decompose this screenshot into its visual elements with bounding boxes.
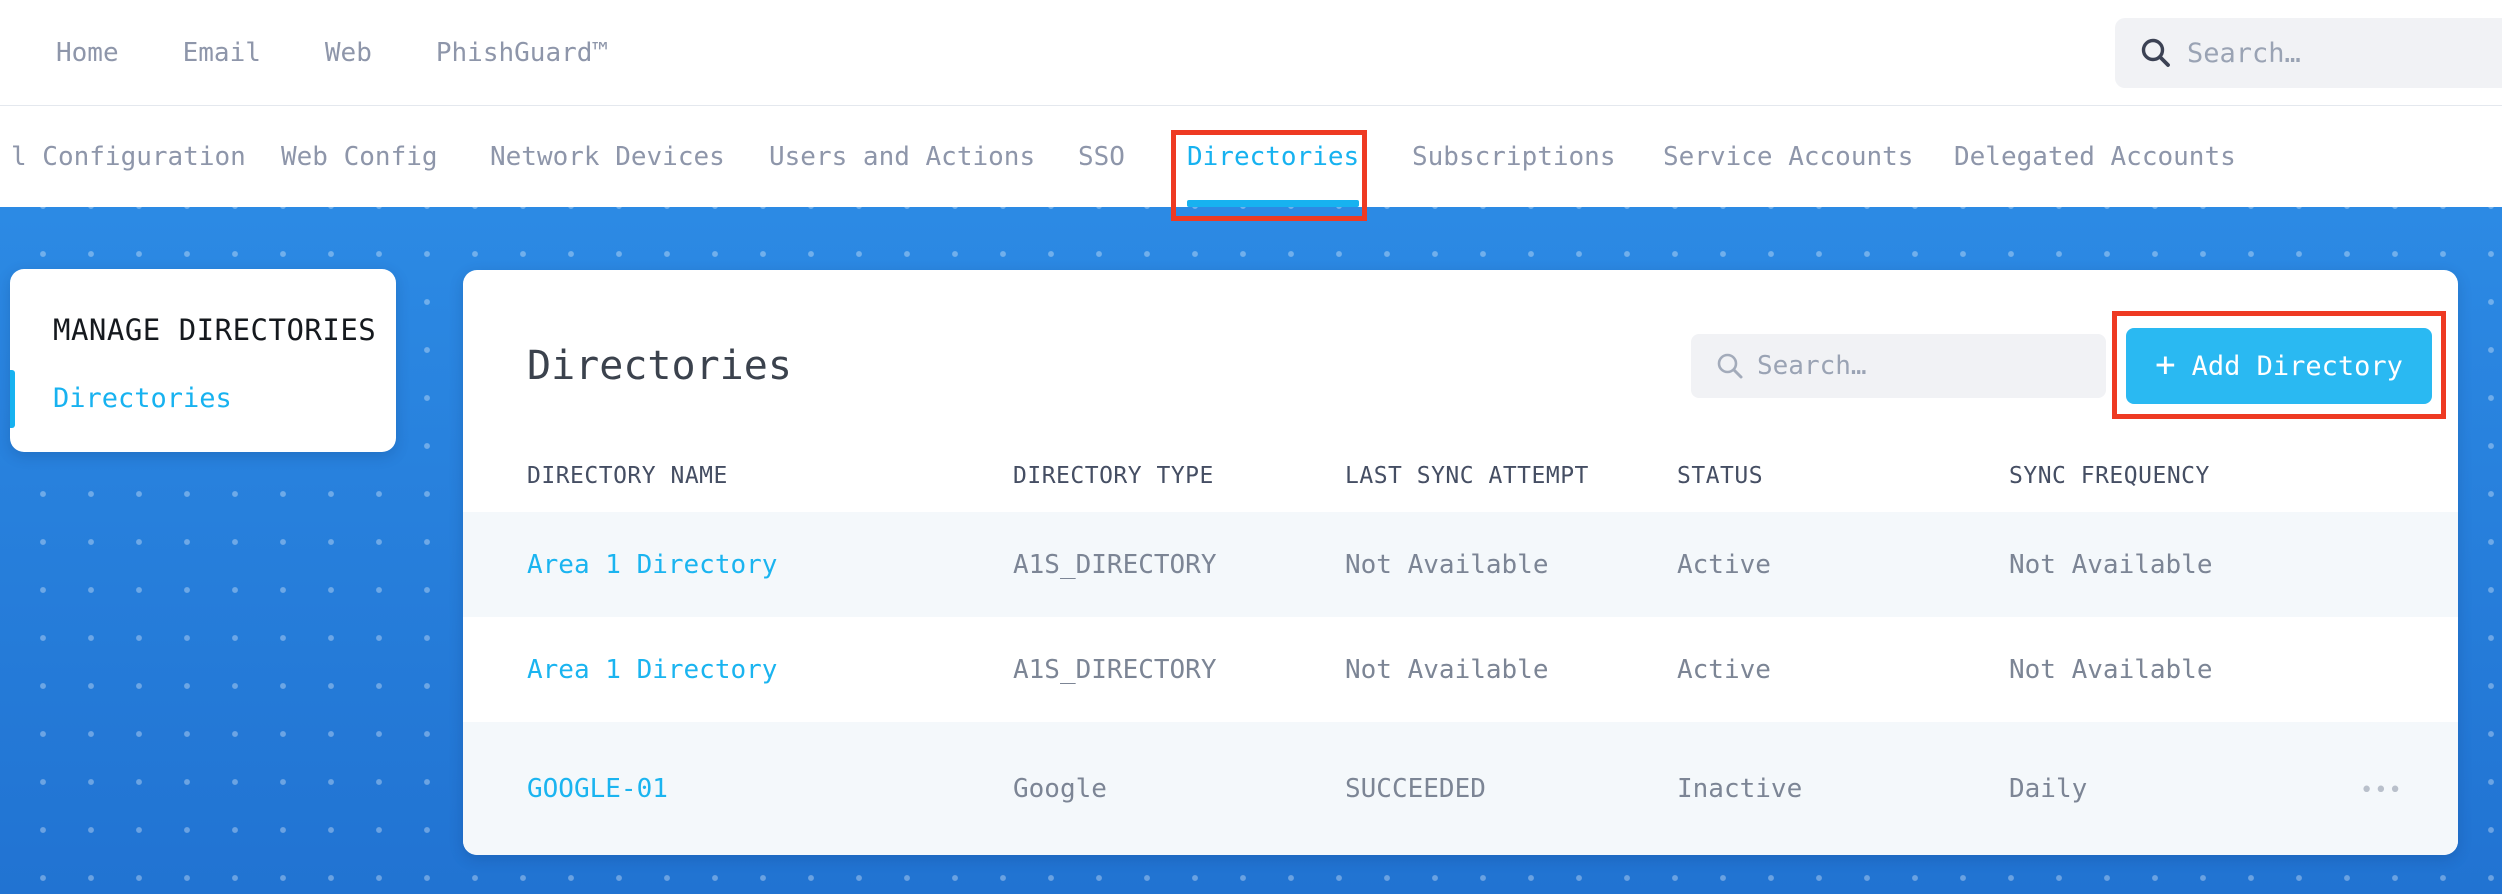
table-search bbox=[1691, 334, 2106, 398]
more-menu-icon[interactable]: ••• bbox=[2360, 780, 2403, 802]
cell-directory-type: Google bbox=[1013, 774, 1107, 804]
cell-sync-frequency: Not Available bbox=[2009, 549, 2213, 580]
active-item-indicator bbox=[10, 369, 15, 428]
topnav-web[interactable]: Web bbox=[325, 38, 372, 68]
sidebar-title: MANAGE DIRECTORIES bbox=[53, 313, 377, 347]
cell-directory-name[interactable]: Area 1 Directory bbox=[527, 655, 1013, 685]
cell-sync-frequency: Daily bbox=[2009, 774, 2088, 804]
cell-directory-type: A1S_DIRECTORY bbox=[1013, 654, 1217, 685]
plus-icon: + bbox=[2155, 345, 2176, 385]
sidebar-item-directories[interactable]: Directories bbox=[10, 369, 396, 428]
tab-directories[interactable]: Directories bbox=[1187, 107, 1360, 207]
cell-directory-name[interactable]: GOOGLE-01 bbox=[527, 774, 1013, 804]
cell-directory-name[interactable]: Area 1 Directory bbox=[527, 550, 1013, 580]
search-icon bbox=[1717, 353, 1743, 379]
table-row: GOOGLE-01 Google SUCCEEDED Inactive Dail… bbox=[463, 722, 2458, 855]
search-icon bbox=[2141, 38, 2170, 67]
cell-last-sync-attempt: Not Available bbox=[1345, 654, 1549, 685]
topnav-email[interactable]: Email bbox=[183, 38, 261, 68]
app-window: Home Email Web PhishGuard™ l Configurati… bbox=[0, 0, 2502, 894]
cell-last-sync-attempt: Not Available bbox=[1345, 549, 1549, 580]
cell-status: Active bbox=[1677, 549, 1771, 580]
sidebar-card: MANAGE DIRECTORIES Directories bbox=[10, 269, 396, 452]
tab-service-accounts[interactable]: Service Accounts bbox=[1663, 107, 1913, 207]
cell-status: Active bbox=[1677, 654, 1771, 685]
column-directory-name: DIRECTORY NAME bbox=[527, 463, 728, 489]
content-area: MANAGE DIRECTORIES Directories Directori… bbox=[0, 207, 2502, 894]
column-directory-type: DIRECTORY TYPE bbox=[1013, 463, 1214, 489]
add-directory-button[interactable]: + Add Directory bbox=[2126, 328, 2432, 404]
cell-sync-frequency: Not Available bbox=[2009, 654, 2213, 685]
table-row: Area 1 Directory A1S_DIRECTORY Not Avail… bbox=[463, 512, 2458, 617]
cell-actions: ••• bbox=[2360, 774, 2403, 804]
panel-header: Directories + Add Directory bbox=[463, 326, 2458, 406]
column-status: STATUS bbox=[1677, 463, 1764, 489]
table-row: Area 1 Directory A1S_DIRECTORY Not Avail… bbox=[463, 617, 2458, 722]
tab-directories-label: Directories bbox=[1187, 142, 1360, 172]
sidebar-item-label: Directories bbox=[53, 383, 232, 414]
global-search bbox=[2115, 18, 2502, 88]
cell-directory-type: A1S_DIRECTORY bbox=[1013, 549, 1217, 580]
active-tab-underline bbox=[1187, 200, 1360, 207]
add-directory-label: Add Directory bbox=[2191, 350, 2403, 382]
column-sync-frequency: SYNC FREQUENCY bbox=[2009, 463, 2210, 489]
tab-mail-configuration[interactable]: l Configuration bbox=[11, 107, 246, 207]
tab-web-config[interactable]: Web Config bbox=[281, 107, 438, 207]
top-navigation-bar: Home Email Web PhishGuard™ bbox=[0, 0, 2502, 106]
tab-sso[interactable]: SSO bbox=[1078, 107, 1125, 207]
directories-panel: Directories + Add Directory bbox=[463, 270, 2458, 855]
section-tab-bar: l Configuration Web Config Network Devic… bbox=[0, 107, 2502, 207]
table-header-row: DIRECTORY NAME DIRECTORY TYPE LAST SYNC … bbox=[463, 440, 2458, 512]
panel-actions: + Add Directory bbox=[1691, 328, 2432, 404]
panel-title: Directories bbox=[527, 343, 792, 389]
tab-users-and-actions[interactable]: Users and Actions bbox=[769, 107, 1035, 207]
tab-network-devices[interactable]: Network Devices bbox=[490, 107, 725, 207]
top-navigation: Home Email Web PhishGuard™ bbox=[56, 38, 608, 68]
global-search-input[interactable] bbox=[2115, 18, 2502, 88]
tab-subscriptions[interactable]: Subscriptions bbox=[1412, 107, 1616, 207]
tab-delegated-accounts[interactable]: Delegated Accounts bbox=[1954, 107, 2236, 207]
column-last-sync-attempt: LAST SYNC ATTEMPT bbox=[1345, 463, 1589, 489]
cell-last-sync-attempt: SUCCEEDED bbox=[1345, 774, 1486, 804]
cell-status: Inactive bbox=[1677, 774, 1803, 804]
topnav-home[interactable]: Home bbox=[56, 38, 119, 68]
table-search-input[interactable] bbox=[1691, 334, 2106, 398]
topnav-phishguard[interactable]: PhishGuard™ bbox=[436, 38, 608, 68]
